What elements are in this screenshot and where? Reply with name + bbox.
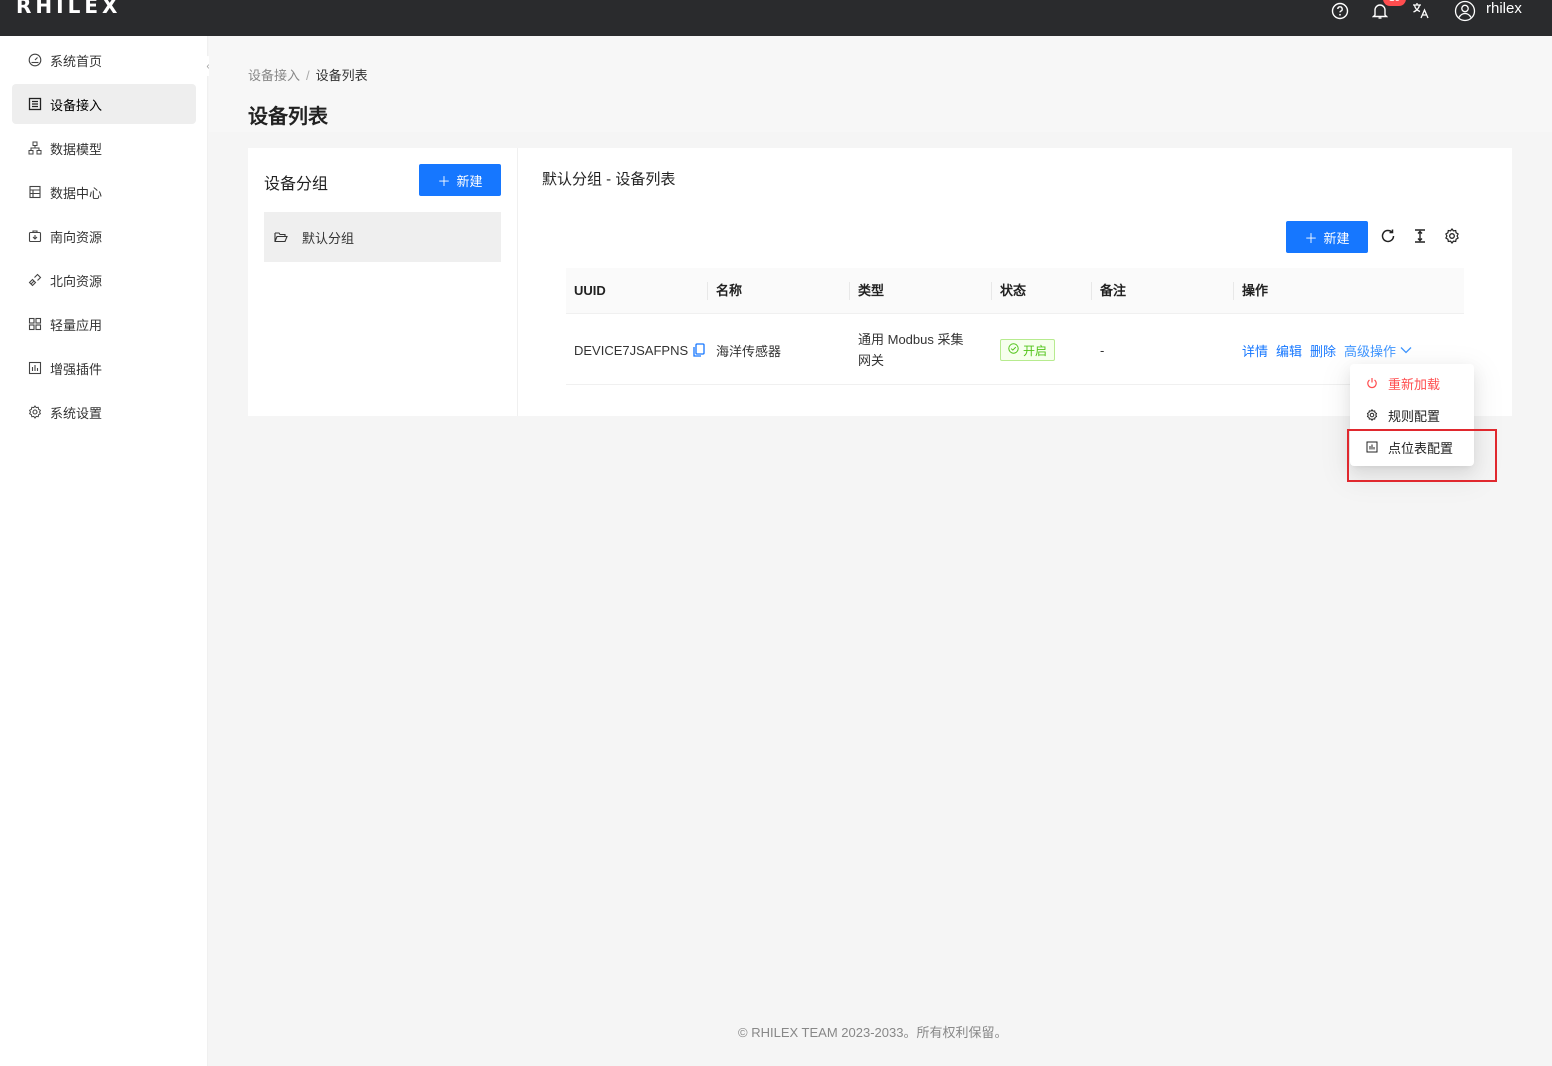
plus-icon: ＋ xyxy=(437,173,451,189)
uuid-value: DEVICE7JSAFPNS xyxy=(574,342,689,358)
type-line: 通用 Modbus 采集 xyxy=(858,332,964,347)
sidebar-item-data-center[interactable]: 数据中心 xyxy=(12,172,196,212)
south-resource-icon xyxy=(28,229,42,243)
advanced-actions-link[interactable]: 高级操作 xyxy=(1344,341,1396,360)
breadcrumb-parent[interactable]: 设备接入 xyxy=(248,68,300,83)
sidebar-item-plugin[interactable]: 增强插件 xyxy=(12,348,196,388)
page-title: 设备列表 xyxy=(248,106,328,128)
column-header: 备注 xyxy=(1100,283,1127,298)
detail-link[interactable]: 详情 xyxy=(1242,341,1268,360)
column-divider xyxy=(849,282,850,300)
gear-icon xyxy=(28,405,42,419)
group-panel: 设备分组 ＋ 新建 默认分组 xyxy=(248,148,518,416)
column-header: 名称 xyxy=(716,283,743,298)
table-header: UUID 名称 类型 状态 备注 操作 xyxy=(566,268,1464,314)
status-badge: 开启 xyxy=(1000,339,1056,361)
table-row: DEVICE7JSAFPNS 海洋传感器 通用 Modbus 采集 网关 开启 … xyxy=(566,315,1464,385)
column-divider xyxy=(1233,282,1234,300)
menu-item-reload[interactable]: 重新加载 xyxy=(1350,367,1474,399)
status-cell: 开启 xyxy=(1000,315,1056,385)
power-icon xyxy=(1366,377,1378,389)
chevron-down-icon[interactable] xyxy=(1400,346,1412,354)
column-divider xyxy=(991,282,992,300)
breadcrumb: 设备接入 / 设备列表 xyxy=(248,65,368,84)
type-line: 网关 xyxy=(858,353,885,368)
menu-item-rule-config[interactable]: 规则配置 xyxy=(1350,399,1474,431)
sidebar-item-label: 设备接入 xyxy=(50,97,103,113)
page-header: 设备接入 / 设备列表 设备列表 xyxy=(209,36,1552,132)
app-logo: RHILEX xyxy=(16,0,122,18)
sidebar: 系统首页 设备接入 数据模型 数据中心 南向资源 北向资源 轻量应用 增强插件 … xyxy=(0,36,218,1066)
menu-item-label: 规则配置 xyxy=(1388,408,1441,424)
north-resource-icon xyxy=(28,273,42,287)
database-icon xyxy=(28,185,42,199)
device-list-title: 默认分组 - 设备列表 xyxy=(542,171,676,188)
sidebar-item-label: 轻量应用 xyxy=(50,317,103,333)
plus-icon: ＋ xyxy=(1304,230,1318,246)
sidebar-item-label: 南向资源 xyxy=(50,229,103,245)
sidebar-item-north-resource[interactable]: 北向资源 xyxy=(12,260,196,300)
footer: © RHILEX TEAM 2023-2033。所有权利保留。 xyxy=(738,1022,1007,1041)
new-device-button[interactable]: ＋ 新建 xyxy=(1286,221,1368,253)
sidebar-item-label: 数据模型 xyxy=(50,141,103,157)
type-cell: 通用 Modbus 采集 网关 xyxy=(858,315,963,385)
column-header: 状态 xyxy=(1000,283,1027,298)
plugin-icon xyxy=(28,361,42,375)
new-group-button[interactable]: ＋ 新建 xyxy=(419,164,501,196)
group-panel-title: 设备分组 xyxy=(264,176,329,193)
username-label[interactable]: rhilex xyxy=(1486,0,1522,17)
dashboard-icon xyxy=(28,53,42,67)
sidebar-item-label: 系统首页 xyxy=(50,53,103,69)
help-icon[interactable] xyxy=(1330,0,1350,22)
delete-link[interactable]: 删除 xyxy=(1310,341,1336,360)
translate-icon[interactable] xyxy=(1410,0,1432,22)
sidebar-item-home[interactable]: 系统首页 xyxy=(12,40,196,80)
column-header: UUID xyxy=(574,283,606,298)
menu-item-label: 重新加载 xyxy=(1388,376,1441,392)
new-group-label: 新建 xyxy=(456,173,483,189)
status-text: 开启 xyxy=(1023,343,1048,358)
check-circle-icon xyxy=(1008,343,1019,357)
cluster-icon xyxy=(28,141,42,155)
device-card: 设备分组 ＋ 新建 默认分组 默认分组 - 设备列表 ＋ 新建 UUID 名称 … xyxy=(248,148,1512,416)
top-navbar: RHILEX 10 rhilex xyxy=(0,0,1552,36)
column-divider xyxy=(707,282,708,300)
sidebar-item-label: 系统设置 xyxy=(50,405,103,421)
name-cell: 海洋传感器 xyxy=(716,343,782,359)
sidebar-item-label: 数据中心 xyxy=(50,185,103,201)
user-avatar-icon[interactable] xyxy=(1453,0,1477,22)
setting-icon[interactable] xyxy=(1442,226,1462,246)
column-header: 操作 xyxy=(1242,283,1269,298)
note-cell: - xyxy=(1100,342,1105,358)
sidebar-item-light-app[interactable]: 轻量应用 xyxy=(12,304,196,344)
folder-open-icon xyxy=(274,230,288,244)
copy-icon[interactable] xyxy=(693,343,705,357)
device-icon xyxy=(28,97,42,111)
uuid-cell: DEVICE7JSAFPNS xyxy=(574,315,705,385)
highlight-annotation-box xyxy=(1347,429,1497,482)
group-item-default[interactable]: 默认分组 xyxy=(264,212,501,262)
copyright-icon: © xyxy=(738,1025,748,1040)
edit-link[interactable]: 编辑 xyxy=(1276,341,1302,360)
sidebar-item-settings[interactable]: 系统设置 xyxy=(12,392,196,432)
column-height-icon[interactable] xyxy=(1410,226,1430,246)
group-item-label: 默认分组 xyxy=(302,230,355,246)
column-header: 类型 xyxy=(858,283,885,298)
reload-icon[interactable] xyxy=(1378,226,1398,246)
new-device-label: 新建 xyxy=(1323,230,1350,246)
sidebar-item-data-model[interactable]: 数据模型 xyxy=(12,128,196,168)
sidebar-item-label: 增强插件 xyxy=(50,361,103,377)
sidebar-item-south-resource[interactable]: 南向资源 xyxy=(12,216,196,256)
breadcrumb-separator: / xyxy=(306,68,310,83)
sidebar-item-label: 北向资源 xyxy=(50,273,103,289)
app-icon xyxy=(28,317,42,331)
footer-text: RHILEX TEAM 2023-2033。所有权利保留。 xyxy=(751,1025,1008,1040)
gear-icon xyxy=(1366,409,1378,421)
sidebar-item-device-access[interactable]: 设备接入 xyxy=(12,84,196,124)
breadcrumb-current: 设备列表 xyxy=(315,68,368,83)
column-divider xyxy=(1091,282,1092,300)
notification-badge: 10 xyxy=(1383,0,1407,6)
